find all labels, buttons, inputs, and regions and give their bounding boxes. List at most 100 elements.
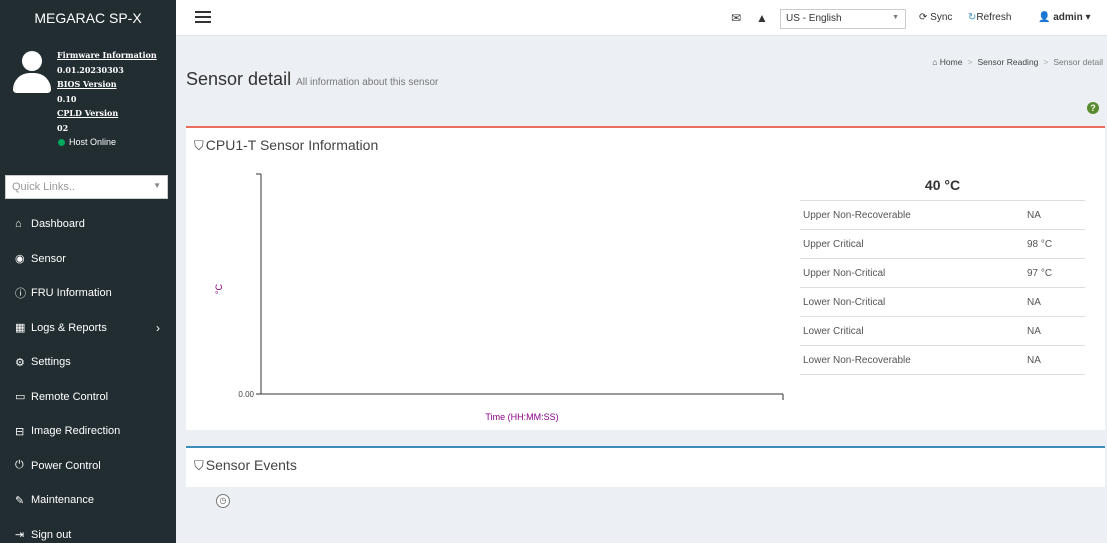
warning-icon[interactable]: ▲ — [756, 11, 768, 25]
quick-links-placeholder: Quick Links.. — [12, 181, 75, 193]
sidebar-item-power-control[interactable]: ⏻ Power Control — [0, 449, 176, 484]
bookmark-icon: ⛉ — [194, 138, 204, 153]
sensor-chart: 0.00 °C Time (HH:MM:SS) — [196, 164, 796, 424]
threshold-value: NA — [1027, 325, 1041, 337]
wrench-icon: ✎ — [15, 494, 25, 507]
firmware-version: 0.01.20230303 — [57, 64, 124, 75]
language-select[interactable]: US - English ▼ — [780, 9, 906, 29]
breadcrumb-sensor-reading[interactable]: Sensor Reading — [977, 57, 1038, 67]
user-icon: 👤 — [1038, 12, 1051, 23]
sidebar-item-label: Power Control — [31, 459, 101, 472]
threshold-value: NA — [1027, 296, 1041, 308]
sidebar-item-label: Logs & Reports — [31, 321, 107, 334]
sensor-events-box: ⛉ Sensor Events — [186, 446, 1105, 487]
power-icon: ⏻ — [15, 459, 24, 472]
bios-version: 0.10 — [57, 93, 77, 104]
user-avatar-icon — [13, 51, 51, 97]
language-value: US - English — [786, 13, 842, 24]
sidebar-menu: ⌂ Dashboard ◉ Sensor ⓘ FRU Information ▦ Log… — [0, 207, 176, 543]
threshold-name: Upper Non-Recoverable — [803, 209, 911, 221]
bookmark-icon: ⛉ — [194, 458, 204, 473]
threshold-name: Lower Non-Recoverable — [803, 354, 911, 366]
sidebar-item-fru-information[interactable]: ⓘ FRU Information — [0, 276, 176, 311]
sensor-info-title-text: CPU1-T Sensor Information — [205, 137, 379, 153]
threshold-row: Lower Non-Critical NA — [800, 288, 1085, 317]
user-panel: Firmware Information 0.01.20230303 BIOS … — [0, 36, 176, 168]
sensor-info-box: ⛉ CPU1-T Sensor Information 0.00 °C Time … — [186, 126, 1105, 430]
sidebar-item-label: FRU Information — [31, 287, 112, 300]
status-dot-icon — [58, 138, 65, 146]
chevron-down-icon: ▼ — [892, 14, 899, 21]
sidebar-item-label: Sign out — [31, 528, 72, 541]
threshold-name: Upper Critical — [803, 238, 864, 250]
sidebar-item-dashboard[interactable]: ⌂ Dashboard — [0, 207, 176, 242]
threshold-name: Upper Non-Critical — [803, 267, 886, 279]
bios-version-link[interactable]: BIOS Version — [57, 77, 157, 92]
home-icon: ⌂ — [15, 218, 22, 231]
firmware-info-link[interactable]: Firmware Information — [57, 48, 157, 63]
info-icon: ⓘ — [15, 288, 26, 301]
threshold-row: Upper Critical 98 °C — [800, 230, 1085, 259]
cpld-version-link[interactable]: CPLD Version — [57, 106, 157, 121]
threshold-name: Lower Non-Critical — [803, 296, 886, 308]
gear-icon: ⚙ — [15, 356, 25, 369]
hamburger-menu-icon[interactable] — [195, 11, 211, 23]
sidebar-item-settings[interactable]: ⚙ Settings — [0, 345, 176, 380]
threshold-value: 98 °C — [1027, 238, 1053, 250]
sidebar-item-maintenance[interactable]: ✎ Maintenance — [0, 483, 176, 518]
tachometer-icon: ◉ — [15, 253, 25, 266]
threshold-row: Upper Non-Critical 97 °C — [800, 259, 1085, 288]
user-menu[interactable]: 👤 admin ▾ — [1038, 12, 1091, 23]
envelope-icon[interactable]: ✉ — [731, 11, 741, 25]
firmware-info: Firmware Information 0.01.20230303 BIOS … — [57, 48, 157, 150]
sidebar-item-logs-reports[interactable]: ▦ Logs & Reports › — [0, 311, 176, 346]
page-subtitle: All information about this sensor — [296, 77, 439, 88]
sidebar-item-sensor[interactable]: ◉ Sensor — [0, 242, 176, 277]
breadcrumb-home[interactable]: ⌂ Home — [932, 57, 962, 67]
refresh-button[interactable]: ↻Refresh — [968, 12, 1011, 23]
threshold-value: NA — [1027, 354, 1041, 366]
sync-label: Sync — [930, 12, 953, 23]
user-label: admin — [1053, 12, 1083, 23]
threshold-row: Upper Non-Recoverable NA — [800, 201, 1085, 230]
y-tick-label: 0.00 — [238, 390, 254, 399]
caret-down-icon: ▾ — [1085, 12, 1091, 23]
sync-button[interactable]: ⟳ Sync — [919, 12, 952, 23]
help-icon[interactable]: ? — [1087, 102, 1099, 114]
main-content: Sensor detail All information about this … — [176, 36, 1107, 543]
sidebar-item-label: Dashboard — [31, 218, 85, 231]
chevron-right-icon: › — [156, 320, 160, 335]
sidebar-item-sign-out[interactable]: ⇥ Sign out — [0, 518, 176, 543]
x-axis-label: Time (HH:MM:SS) — [485, 412, 558, 422]
breadcrumb-current: Sensor detail — [1053, 57, 1103, 67]
quick-links-select[interactable]: Quick Links.. ▼ — [5, 175, 168, 199]
threshold-name: Lower Critical — [803, 325, 864, 337]
sidebar-item-label: Remote Control — [31, 390, 109, 403]
breadcrumb: ⌂ Home > Sensor Reading > Sensor detail — [932, 57, 1103, 67]
threshold-row: Lower Non-Recoverable NA — [800, 346, 1085, 375]
brand-logo[interactable]: MEGARAC SP-X — [0, 0, 176, 36]
threshold-row: Lower Critical NA — [800, 317, 1085, 346]
sidebar-item-label: Settings — [31, 356, 71, 369]
bar-chart-icon: ▦ — [15, 322, 26, 335]
sensor-events-title-text: Sensor Events — [205, 457, 297, 473]
refresh-label: Refresh — [976, 12, 1012, 23]
sync-icon: ⟳ — [919, 12, 928, 23]
chart-svg: 0.00 °C Time (HH:MM:SS) — [214, 173, 784, 422]
page-title: Sensor detail All information about this … — [186, 69, 438, 90]
sidebar-item-label: Maintenance — [31, 494, 94, 507]
monitor-icon: ▭ — [15, 391, 26, 404]
clock-icon: ◷ — [216, 494, 230, 508]
sensor-info-title: ⛉ CPU1-T Sensor Information — [194, 137, 378, 154]
host-status: Host Online — [58, 135, 157, 150]
cpld-version: 02 — [57, 122, 69, 133]
sensor-events-title: ⛉ Sensor Events — [194, 457, 297, 474]
sign-out-icon: ⇥ — [15, 529, 25, 542]
threshold-value: 97 °C — [1027, 267, 1053, 279]
sidebar-item-remote-control[interactable]: ▭ Remote Control — [0, 380, 176, 415]
y-axis-label: °C — [214, 283, 224, 294]
drive-icon: ⊟ — [15, 425, 25, 438]
threshold-table: 40 °C Upper Non-Recoverable NA Upper Crit… — [800, 177, 1085, 375]
sidebar-item-image-redirection[interactable]: ⊟ Image Redirection — [0, 414, 176, 449]
threshold-value: NA — [1027, 209, 1041, 221]
